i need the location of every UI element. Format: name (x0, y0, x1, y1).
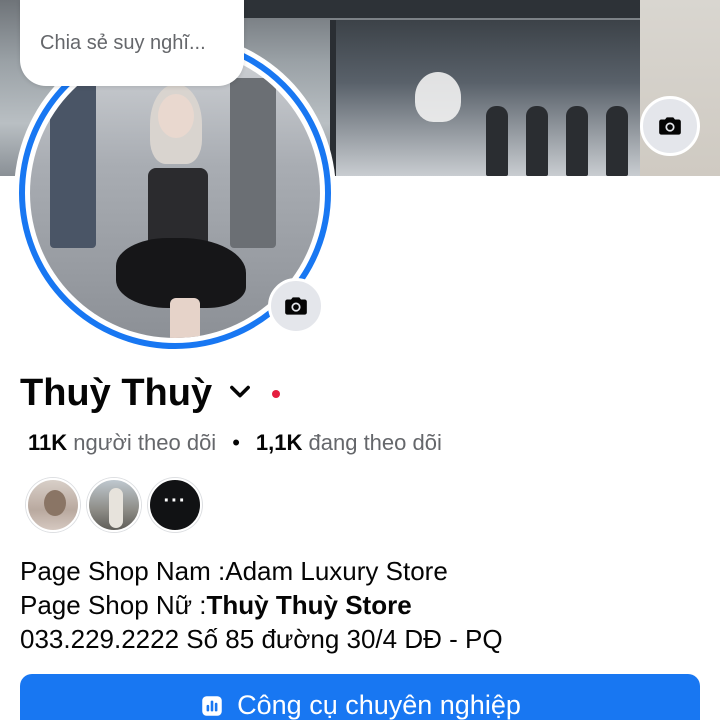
followers-link[interactable]: 11K người theo dõi (28, 430, 216, 456)
followers-count: 11K (28, 430, 68, 455)
stats-separator: • (232, 430, 240, 455)
followers-label: người theo dõi (73, 430, 217, 455)
bar-chart-icon (202, 696, 222, 716)
avatar-figure-head (158, 94, 194, 138)
cover-bow-decoration (415, 72, 461, 122)
cover-mannequin (606, 106, 628, 176)
profile-switch-button[interactable] (226, 377, 254, 410)
friend-avatar-figure (44, 490, 66, 516)
cover-mannequin (566, 106, 588, 176)
notification-dot (272, 389, 281, 398)
following-label: đang theo dõi (308, 430, 442, 455)
friends-preview: ··· (26, 478, 202, 532)
following-link[interactable]: 1,1K đang theo dõi (256, 430, 442, 456)
thought-placeholder: Chia sẻ suy nghĩ... (40, 31, 206, 54)
professional-tools-label: Công cụ chuyên nghiệp (237, 690, 521, 720)
following-count: 1,1K (255, 430, 303, 455)
professional-tools-button[interactable]: Công cụ chuyên nghiệp (20, 674, 700, 720)
thought-bubble[interactable]: Chia sẻ suy nghĩ... (20, 0, 244, 86)
bio-text: Page Shop Nữ : (20, 590, 207, 620)
profile-name: Thuỳ Thuỳ (20, 372, 213, 414)
bio-line: Page Shop Nữ :Thuỳ Thuỳ Store (20, 588, 503, 622)
cover-camera-button[interactable] (640, 96, 700, 156)
friend-avatar-figure (109, 488, 123, 528)
cover-awning (240, 0, 660, 18)
cover-mannequin (486, 106, 508, 176)
avatar-camera-button[interactable] (268, 278, 324, 334)
cover-storefront (330, 20, 660, 176)
more-friends-button[interactable]: ··· (148, 478, 202, 532)
bio-page-link[interactable]: Thuỳ Thuỳ Store (207, 590, 412, 620)
camera-icon (285, 297, 307, 315)
friend-avatar[interactable] (87, 478, 141, 532)
bio-line: Page Shop Nam :Adam Luxury Store (20, 556, 448, 586)
chevron-down-icon (230, 385, 251, 398)
avatar-clothing-rack (230, 78, 276, 248)
follow-stats: 11K người theo dõi • 1,1K đang theo dõi (28, 430, 442, 456)
profile-name-row: Thuỳ Thuỳ (20, 372, 281, 415)
friend-avatar[interactable] (26, 478, 80, 532)
avatar-clothing-rack (50, 78, 96, 248)
more-icon: ··· (163, 490, 187, 512)
bio-line: 033.229.2222 Số 85 đường 30/4 DĐ - PQ (20, 624, 503, 654)
profile-bio: Page Shop Nam :Adam Luxury Store Page Sh… (20, 554, 503, 656)
avatar-figure-legs (170, 298, 200, 338)
camera-icon (659, 117, 681, 135)
cover-mannequin (526, 106, 548, 176)
